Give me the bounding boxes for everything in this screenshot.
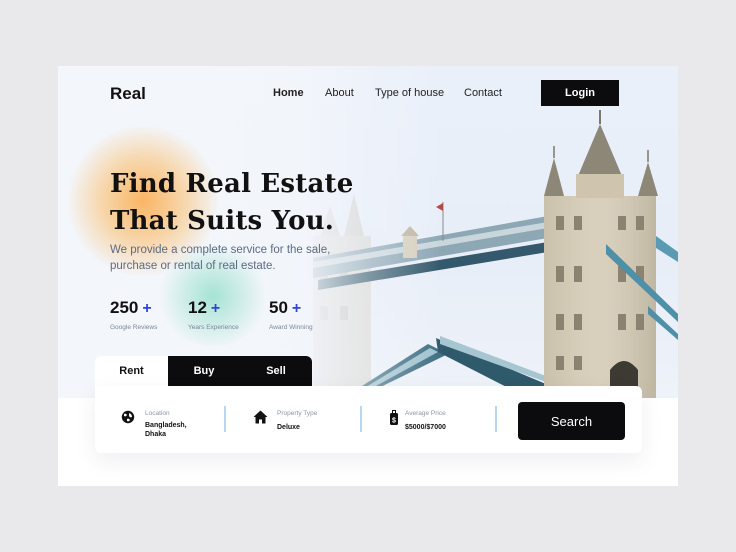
stat-plus: + — [142, 300, 152, 317]
stat-google-reviews: 250 + Google Reviews — [110, 298, 157, 331]
brand-logo[interactable]: Real — [110, 84, 146, 104]
tab-sell[interactable]: Sell — [240, 356, 312, 386]
location-value-line-2: Dhaka — [145, 431, 167, 438]
price-tag-icon: $ — [390, 410, 398, 425]
average-price-field[interactable]: $ Average Price $5000/$7000 — [389, 386, 489, 453]
svg-text:$: $ — [392, 418, 396, 425]
stat-value: 250 — [110, 298, 139, 317]
hero-card: Real Home About Type of house Contact Lo… — [58, 66, 678, 486]
hero-headline: Find Real Estate That Suits You. — [110, 166, 353, 240]
location-label: Location — [145, 410, 170, 417]
search-button[interactable]: Search — [518, 402, 625, 440]
tab-rent[interactable]: Rent — [95, 356, 168, 386]
house-icon — [253, 410, 268, 424]
field-divider — [495, 406, 497, 432]
location-value: Bangladesh, Dhaka — [145, 421, 187, 439]
headline-line-1: Find Real Estate — [110, 169, 354, 199]
nav-contact[interactable]: Contact — [464, 87, 502, 99]
nav-about[interactable]: About — [325, 87, 354, 99]
field-divider — [224, 406, 226, 432]
stat-plus: + — [291, 300, 302, 317]
field-divider — [360, 406, 362, 432]
stat-label: Years Experience — [188, 324, 239, 331]
location-field[interactable]: Location Bangladesh, Dhaka — [121, 386, 221, 453]
subtitle-line-2: purchase or rental of real estate. — [110, 260, 276, 272]
price-value: $5000/$7000 — [405, 424, 446, 431]
nav-type-of-house[interactable]: Type of house — [375, 87, 444, 99]
stat-value: 12 — [188, 298, 207, 317]
stat-years-experience: 12 + Years Experience — [188, 298, 239, 331]
location-value-line-1: Bangladesh, — [145, 422, 187, 429]
hero-subtitle: We provide a complete service for the sa… — [110, 242, 350, 274]
stat-plus: + — [210, 300, 221, 317]
stat-label: Award Winning — [269, 324, 313, 331]
stat-award-winning: 50 + Award Winning — [269, 298, 313, 331]
listing-tabs: Rent Buy Sell — [95, 356, 312, 386]
subtitle-line-1: We provide a complete service for the sa… — [110, 244, 331, 256]
search-panel: Location Bangladesh, Dhaka Property Type… — [95, 386, 642, 453]
globe-icon — [121, 410, 135, 424]
tab-buy[interactable]: Buy — [168, 356, 240, 386]
price-label: Average Price — [405, 410, 446, 417]
stat-label: Google Reviews — [110, 324, 158, 331]
headline-line-2: That Suits You. — [110, 206, 335, 236]
stat-value: 50 — [269, 298, 288, 317]
nav-home[interactable]: Home — [273, 87, 304, 99]
property-type-field[interactable]: Property Type Deluxe — [253, 386, 353, 453]
property-type-label: Property Type — [277, 410, 318, 417]
property-type-value: Deluxe — [277, 424, 300, 431]
login-button[interactable]: Login — [541, 80, 619, 106]
